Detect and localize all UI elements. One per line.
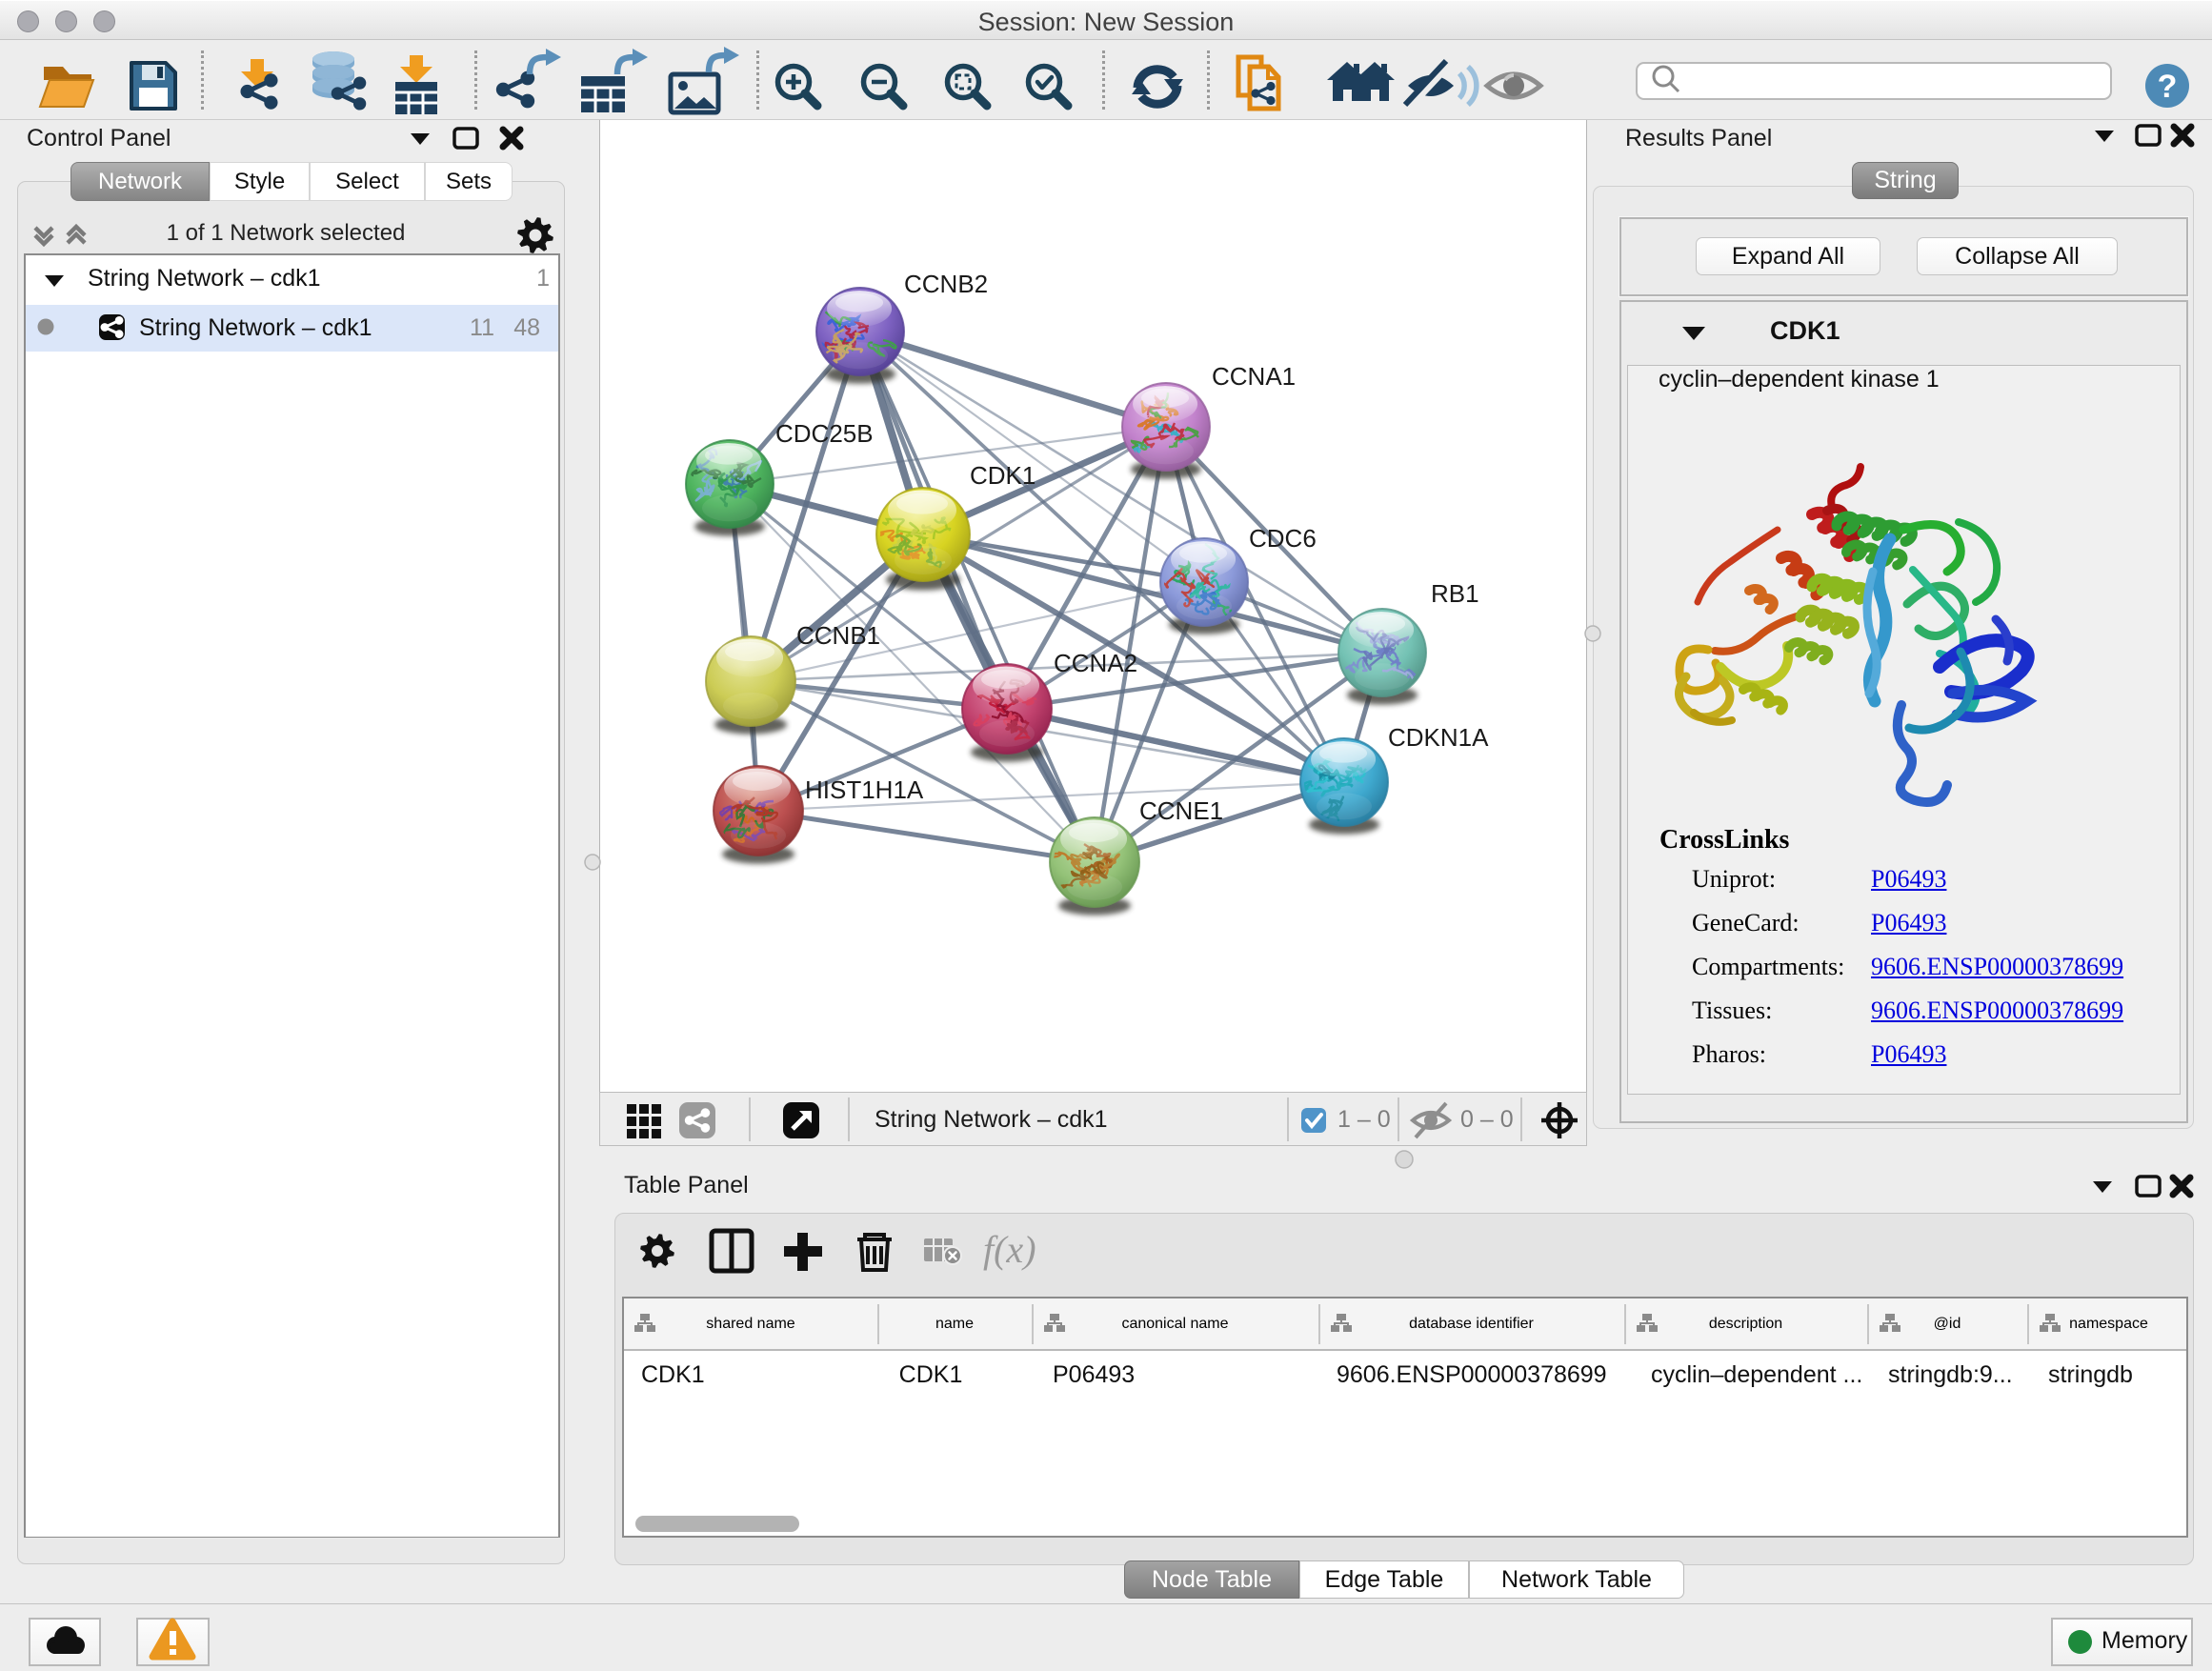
svg-text:CDKN1A: CDKN1A <box>1388 723 1489 752</box>
svg-text:HIST1H1A: HIST1H1A <box>805 775 924 804</box>
svg-text:CDC25B: CDC25B <box>775 419 874 448</box>
svg-text:CDC6: CDC6 <box>1249 524 1317 553</box>
svg-text:CCNA2: CCNA2 <box>1054 649 1137 677</box>
svg-text:RB1: RB1 <box>1431 579 1479 608</box>
svg-text:CCNB1: CCNB1 <box>796 621 880 650</box>
svg-text:CCNA1: CCNA1 <box>1212 362 1296 391</box>
svg-text:CDK1: CDK1 <box>970 461 1036 490</box>
svg-text:CCNB2: CCNB2 <box>904 270 988 298</box>
svg-text:CCNE1: CCNE1 <box>1139 796 1223 825</box>
